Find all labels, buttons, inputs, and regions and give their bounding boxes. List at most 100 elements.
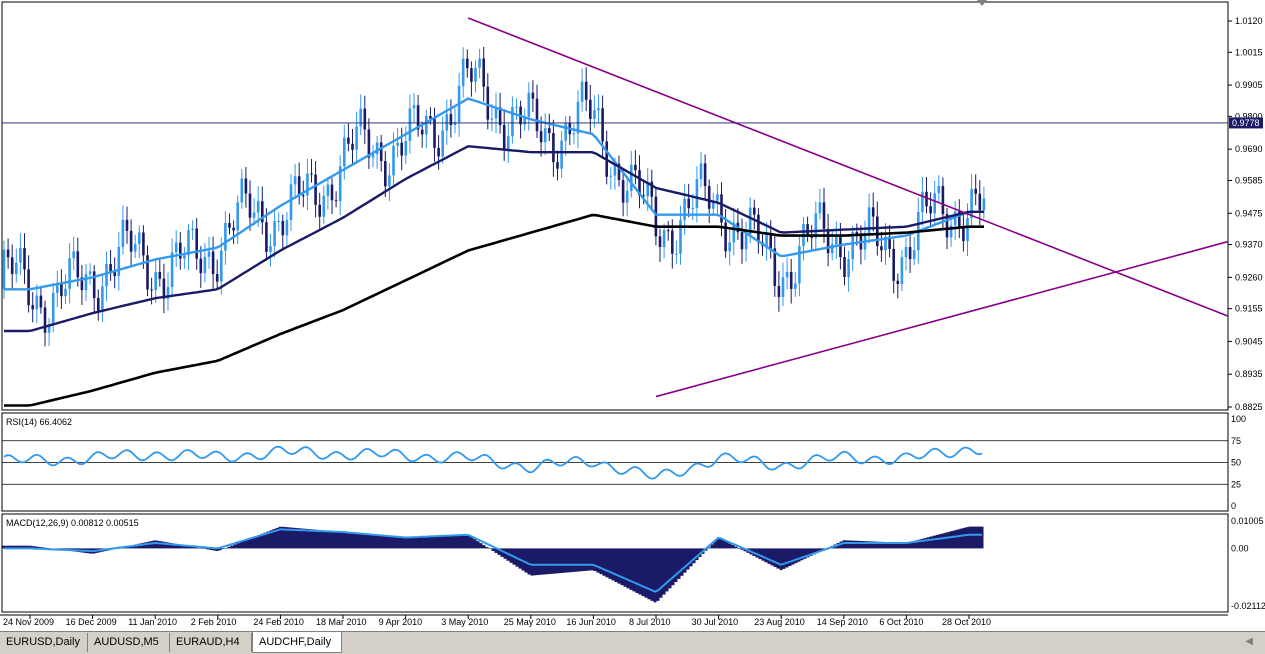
candle-body bbox=[576, 101, 580, 134]
macd-bar bbox=[662, 548, 666, 595]
candle-body bbox=[355, 126, 358, 150]
macd-bar bbox=[467, 535, 471, 549]
macd-bar bbox=[452, 535, 456, 549]
price-tick-label: 0.8825 bbox=[1235, 402, 1263, 412]
candle-body bbox=[302, 195, 305, 197]
macd-bar bbox=[668, 548, 672, 589]
macd-bar bbox=[731, 545, 735, 549]
macd-bar bbox=[245, 539, 249, 549]
candle-body bbox=[675, 253, 678, 255]
macd-bar bbox=[725, 541, 729, 549]
macd-bar bbox=[554, 548, 558, 574]
candle-body bbox=[273, 221, 276, 247]
candle-body bbox=[716, 194, 719, 201]
shift-triangle-icon[interactable] bbox=[977, 0, 987, 6]
price-tick-label: 1.0120 bbox=[1235, 16, 1263, 26]
candle-body bbox=[43, 307, 47, 333]
price-axis: 1.01201.00150.99050.98000.96900.95850.94… bbox=[1228, 16, 1263, 412]
macd-bar bbox=[968, 526, 972, 549]
macd-bar bbox=[440, 535, 444, 549]
price-tick-label: 0.9260 bbox=[1235, 272, 1263, 282]
tab-euraud-h4[interactable]: EURAUD,H4 bbox=[170, 633, 252, 652]
candle-body bbox=[609, 175, 613, 177]
candle-body bbox=[68, 258, 71, 289]
macd-bar bbox=[620, 548, 624, 586]
macd-bar bbox=[764, 548, 768, 563]
macd-bar bbox=[149, 541, 153, 549]
macd-bar bbox=[566, 548, 570, 573]
macd-bar bbox=[644, 548, 648, 598]
time-tick-label: 24 Nov 2009 bbox=[3, 617, 54, 627]
macd-bar bbox=[230, 545, 234, 549]
candle-body bbox=[105, 264, 108, 287]
macd-bar bbox=[956, 529, 960, 549]
macd-bar bbox=[236, 543, 240, 549]
macd-bar bbox=[947, 531, 951, 549]
macd-bar bbox=[482, 545, 486, 549]
macd-bar bbox=[539, 548, 543, 575]
tab-audchf-daily[interactable]: AUDCHF,Daily bbox=[252, 632, 342, 653]
candle-body bbox=[236, 202, 239, 231]
price-tick-label: 0.9905 bbox=[1235, 80, 1263, 90]
macd-bar bbox=[422, 536, 426, 549]
chart-canvas[interactable]: 1.01201.00150.99050.98000.96900.95850.94… bbox=[0, 0, 1265, 631]
macd-bar bbox=[155, 540, 159, 549]
candle-body bbox=[982, 198, 986, 211]
rsi-panel[interactable] bbox=[1, 412, 1229, 512]
candle-body bbox=[933, 193, 936, 214]
macd-bar bbox=[491, 548, 495, 551]
macd-bar bbox=[488, 548, 492, 550]
macd-bar bbox=[341, 532, 345, 549]
macd-bar bbox=[599, 548, 603, 575]
macd-bar bbox=[296, 528, 300, 549]
price-tick-label: 0.9045 bbox=[1235, 336, 1263, 346]
price-tick-label: 1.0015 bbox=[1235, 47, 1263, 57]
tab-audusd-m5[interactable]: AUDUSD,M5 bbox=[88, 633, 170, 652]
candle-body bbox=[466, 58, 469, 69]
macd-bar bbox=[224, 547, 228, 549]
macd-bar bbox=[638, 548, 642, 595]
macd-bar bbox=[563, 548, 567, 573]
trendline[interactable] bbox=[655, 240, 1229, 398]
rsi-tick-label: 100 bbox=[1231, 414, 1246, 424]
candle-body bbox=[625, 190, 629, 203]
price-tick-label: 0.9155 bbox=[1235, 304, 1263, 314]
macd-bar bbox=[326, 530, 330, 549]
macd-bar bbox=[227, 546, 231, 549]
macd-bar bbox=[221, 548, 225, 550]
macd-histogram bbox=[2, 526, 984, 603]
candle-body bbox=[634, 164, 637, 171]
macd-bar bbox=[437, 536, 441, 549]
candle-body bbox=[88, 271, 92, 275]
candle-body bbox=[215, 273, 219, 282]
candle-body bbox=[420, 129, 424, 135]
macd-bar bbox=[728, 543, 732, 549]
macd-bar bbox=[761, 548, 765, 561]
macd-bar bbox=[614, 548, 618, 583]
candle-body bbox=[765, 233, 768, 246]
macd-bar bbox=[332, 531, 336, 549]
macd-bar bbox=[617, 548, 621, 584]
macd-bar bbox=[929, 536, 933, 549]
candle-body bbox=[470, 68, 473, 82]
candle-body bbox=[27, 269, 30, 306]
macd-bar bbox=[485, 547, 489, 549]
time-tick-label: 28 Oct 2010 bbox=[942, 617, 991, 627]
tab-eurusd-daily[interactable]: EURUSD,Daily bbox=[0, 633, 88, 652]
candle-body bbox=[695, 179, 699, 208]
price-panel[interactable] bbox=[1, 1, 1229, 411]
macd-bar bbox=[338, 531, 342, 549]
candle-body bbox=[564, 123, 567, 141]
candle-body bbox=[400, 142, 403, 156]
candle-body bbox=[699, 163, 703, 180]
macd-bar bbox=[650, 548, 654, 601]
rsi-levels bbox=[2, 440, 1228, 485]
macd-bar bbox=[449, 535, 453, 549]
candle-body bbox=[35, 295, 39, 310]
chevron-left-icon[interactable]: ◀ bbox=[1245, 636, 1253, 647]
macd-bar bbox=[317, 529, 321, 549]
macd-bar bbox=[560, 548, 564, 573]
candle-body bbox=[847, 259, 850, 277]
macd-bar bbox=[581, 548, 585, 572]
macd-bar bbox=[350, 532, 354, 549]
